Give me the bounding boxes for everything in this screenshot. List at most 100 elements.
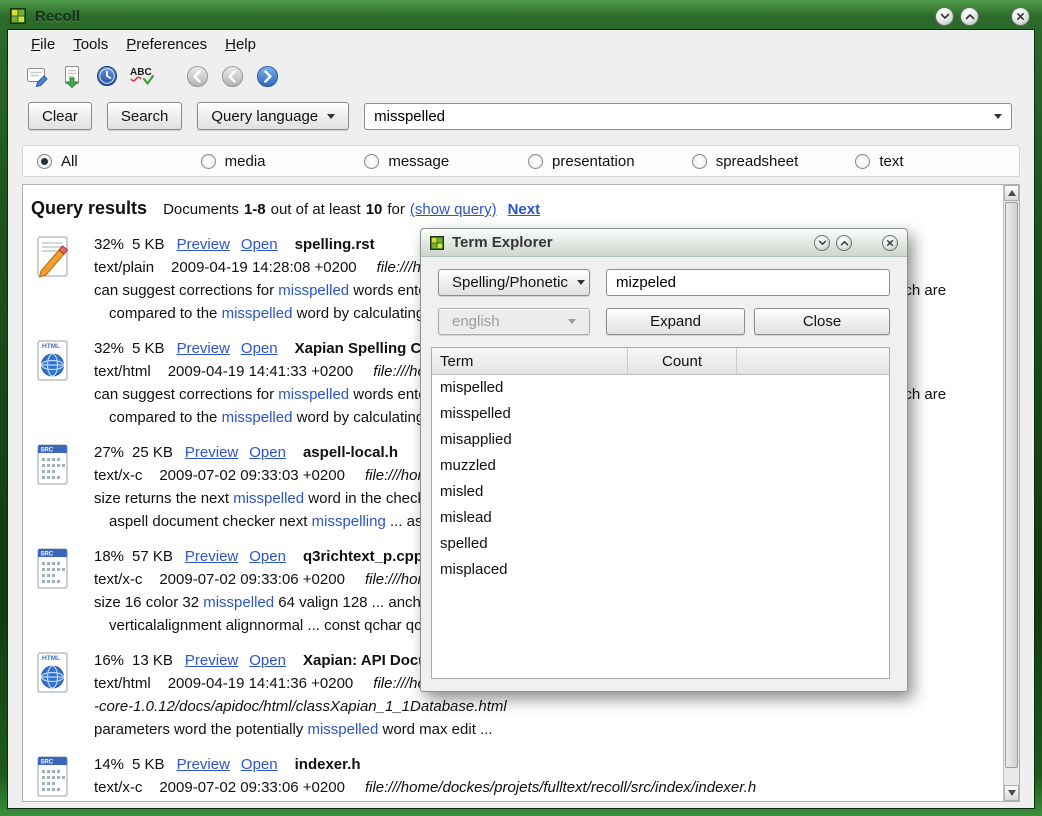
filter-all[interactable]: All: [37, 153, 201, 170]
menu-preferences[interactable]: Preferences: [117, 33, 216, 56]
filter-spreadsheet[interactable]: spreadsheet: [692, 153, 856, 170]
open-link[interactable]: Open: [249, 444, 286, 461]
query-language-label: Query language: [211, 108, 318, 125]
term-row[interactable]: spelled: [432, 531, 889, 557]
chevron-down-icon: [577, 280, 585, 285]
close-button[interactable]: [882, 235, 898, 251]
src-document-icon: SRC: [31, 547, 75, 591]
preview-link[interactable]: Preview: [185, 652, 238, 669]
radio-icon[interactable]: [364, 154, 379, 169]
query-language-dropdown[interactable]: Query language: [197, 102, 349, 130]
recoll-logo-icon: [10, 8, 26, 24]
clear-button[interactable]: Clear: [28, 102, 92, 130]
chevron-up-icon: [840, 240, 849, 246]
term-row[interactable]: misspelled: [432, 401, 889, 427]
open-link[interactable]: Open: [241, 236, 278, 253]
doc-date: 2009-04-19 14:41:33 +0200: [168, 363, 354, 380]
term-row[interactable]: mispelled: [432, 375, 889, 401]
close-button[interactable]: [1011, 7, 1030, 26]
preview-link[interactable]: Preview: [177, 340, 230, 357]
scroll-up-button[interactable]: [1004, 185, 1019, 201]
radio-icon[interactable]: [855, 154, 870, 169]
shade-button[interactable]: [935, 7, 954, 26]
term-row[interactable]: muzzled: [432, 453, 889, 479]
expand-button[interactable]: Expand: [606, 308, 745, 335]
search-combobox[interactable]: [364, 103, 1012, 130]
term-row[interactable]: mislead: [432, 505, 889, 531]
term-table-header[interactable]: Term Count: [432, 348, 889, 375]
mime-type: text/x-c: [94, 571, 142, 588]
radio-icon[interactable]: [528, 154, 543, 169]
text-document-icon: [31, 235, 75, 279]
open-link[interactable]: Open: [241, 340, 278, 357]
search-button[interactable]: Search: [107, 102, 183, 130]
doc-date: 2009-07-02 09:33:06 +0200: [159, 779, 345, 796]
doc-date: 2009-07-02 09:33:03 +0200: [159, 467, 345, 484]
dialog-window-controls: [814, 235, 898, 251]
documents-label: Documents: [163, 201, 239, 218]
term-input[interactable]: [606, 269, 890, 296]
scrollbar-thumb[interactable]: [1005, 202, 1018, 768]
preview-link[interactable]: Preview: [185, 548, 238, 565]
term-row[interactable]: misled: [432, 479, 889, 505]
filter-label: media: [225, 153, 266, 170]
menu-tools[interactable]: Tools: [64, 33, 117, 56]
result-title: q3richtext_p.cpp: [303, 548, 423, 565]
term-row[interactable]: misplaced: [432, 557, 889, 583]
result-title: indexer.h: [295, 756, 361, 773]
clock-history-icon[interactable]: [94, 63, 120, 89]
result-meta: text/x-c2009-07-02 09:33:06 +0200file://…: [94, 776, 756, 799]
filter-media[interactable]: media: [201, 153, 365, 170]
close-dialog-button[interactable]: Close: [754, 308, 890, 335]
file-size: 5 KB: [132, 340, 165, 357]
open-link[interactable]: Open: [241, 756, 278, 773]
column-header-term[interactable]: Term: [432, 348, 627, 374]
filter-message[interactable]: message: [364, 153, 528, 170]
results-summary: Documents1-8out of at least10for(show qu…: [163, 199, 545, 221]
radio-icon[interactable]: [692, 154, 707, 169]
expansion-mode-dropdown[interactable]: Spelling/Phonetic: [438, 269, 590, 296]
html-document-icon: HTML: [31, 339, 75, 383]
doc-url-continued: -core-1.0.12/docs/apidoc/html/classXapia…: [94, 695, 901, 718]
svg-text:SRC: SRC: [41, 760, 54, 766]
chevron-down-icon[interactable]: [994, 114, 1002, 119]
svg-text:ABC: ABC: [130, 67, 152, 78]
filter-presentation[interactable]: presentation: [528, 153, 692, 170]
documents-range: 1-8: [244, 201, 266, 218]
preview-link[interactable]: Preview: [177, 756, 230, 773]
spellcheck-icon[interactable]: ABC: [129, 63, 155, 89]
show-query-link[interactable]: (show query): [410, 201, 497, 218]
menu-file[interactable]: File: [22, 33, 64, 56]
mime-type: text/x-c: [94, 467, 142, 484]
arrow-right-icon[interactable]: [254, 63, 280, 89]
menu-bar: FileToolsPreferencesHelp: [8, 30, 1034, 58]
window-titlebar[interactable]: Recoll: [10, 3, 1032, 29]
maximize-button[interactable]: [960, 7, 979, 26]
results-scrollbar[interactable]: [1003, 185, 1019, 801]
document-save-icon[interactable]: [59, 63, 85, 89]
filter-text[interactable]: text: [855, 153, 1019, 170]
radio-icon[interactable]: [37, 154, 52, 169]
recoll-logo-icon: [430, 236, 444, 250]
dialog-title: Term Explorer: [452, 234, 553, 251]
shade-button[interactable]: [814, 235, 830, 251]
doc-date: 2009-04-19 14:28:08 +0200: [171, 259, 357, 276]
window-title: Recoll: [35, 8, 80, 25]
preview-link[interactable]: Preview: [185, 444, 238, 461]
doc-date: 2009-04-19 14:41:36 +0200: [168, 675, 354, 692]
radio-icon[interactable]: [201, 154, 216, 169]
term-row[interactable]: misapplied: [432, 427, 889, 453]
file-size: 5 KB: [132, 236, 165, 253]
chevron-down-icon: [818, 240, 827, 246]
scroll-down-button[interactable]: [1004, 785, 1019, 801]
open-link[interactable]: Open: [249, 652, 286, 669]
open-link[interactable]: Open: [249, 548, 286, 565]
search-input[interactable]: [365, 104, 1001, 129]
clear-form-icon[interactable]: [24, 63, 50, 89]
term-explorer-titlebar[interactable]: Term Explorer: [421, 229, 907, 257]
maximize-button[interactable]: [836, 235, 852, 251]
column-header-count[interactable]: Count: [627, 348, 737, 374]
preview-link[interactable]: Preview: [177, 236, 230, 253]
next-page-link[interactable]: Next: [508, 201, 541, 218]
menu-help[interactable]: Help: [216, 33, 265, 56]
